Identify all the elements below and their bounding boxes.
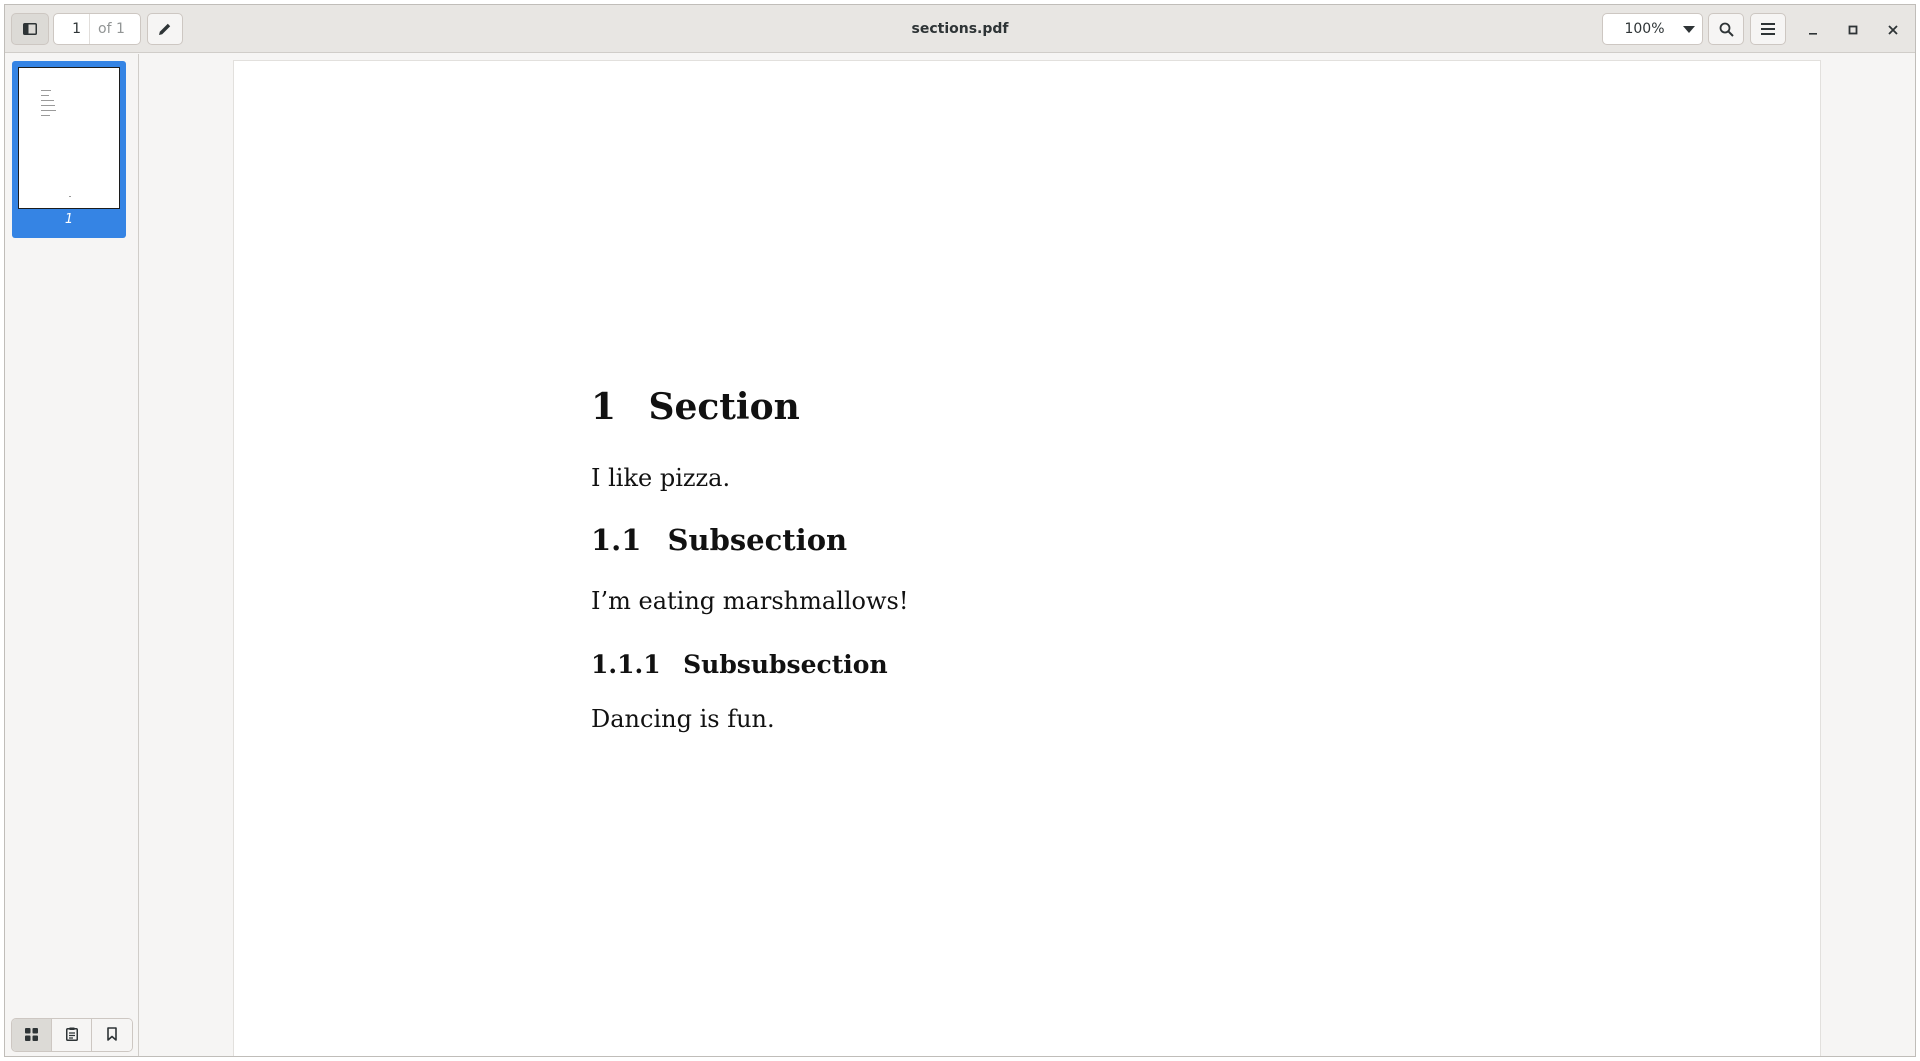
subsection-title: Subsection [667, 523, 848, 557]
thumbnail-text-line [41, 115, 50, 116]
maximize-button[interactable] [1841, 17, 1865, 41]
thumbnail-text-line [41, 105, 55, 106]
subsection-heading: 1.1 Subsection [591, 523, 847, 557]
bookmark-icon [107, 1026, 117, 1045]
grid-icon [25, 1026, 38, 1045]
subsubsection-title: Subsubsection [683, 650, 888, 679]
sidebar-icon [23, 23, 37, 35]
subsubsection-number: 1.1.1 [591, 650, 661, 679]
thumbnail-page-label: 1 [64, 212, 74, 227]
section-heading: 1 Section [591, 386, 800, 428]
annotate-button[interactable] [147, 13, 183, 45]
maximize-icon [1848, 20, 1858, 39]
chevron-down-icon [1676, 25, 1702, 33]
search-icon [1719, 22, 1734, 37]
hamburger-menu-icon [1761, 23, 1775, 35]
subsection-paragraph: I’m eating marshmallows! [591, 587, 909, 615]
thumbnail-page-preview [18, 67, 120, 209]
sidebar: 1 [5, 54, 139, 1056]
minimize-icon [1808, 20, 1818, 39]
annotations-tab[interactable] [52, 1019, 92, 1051]
page-number-entry[interactable]: 1 of 1 [53, 13, 141, 45]
close-button[interactable] [1881, 17, 1905, 41]
sidebar-toggle-button[interactable] [11, 13, 49, 45]
page-thumbnail[interactable]: 1 [12, 61, 126, 238]
thumbnails-tab[interactable] [12, 1019, 52, 1051]
sidebar-view-switcher [11, 1018, 133, 1052]
zoom-value: 100% [1624, 21, 1665, 37]
document-viewer-window: 1 of 1 sections.pdf 100% 1 1 Section I l… [4, 4, 1916, 1057]
minimize-button[interactable] [1801, 17, 1825, 41]
thumbnail-page-number [69, 196, 71, 197]
search-button[interactable] [1708, 13, 1744, 45]
subsubsection-heading: 1.1.1 Subsubsection [591, 650, 888, 679]
clipboard-icon [65, 1026, 78, 1045]
pencil-icon [158, 22, 172, 36]
current-page-input[interactable]: 1 [54, 14, 90, 44]
section-paragraph: I like pizza. [591, 464, 731, 492]
subsection-number: 1.1 [591, 523, 642, 557]
thumbnail-text-line [41, 95, 49, 96]
thumbnail-text-line [41, 100, 54, 101]
bookmarks-tab[interactable] [92, 1019, 132, 1051]
header-bar: 1 of 1 sections.pdf 100% [5, 5, 1915, 53]
main-menu-button[interactable] [1750, 13, 1786, 45]
zoom-dropdown[interactable]: 100% [1602, 13, 1703, 45]
section-number: 1 [591, 386, 617, 428]
thumbnail-text-line [41, 110, 56, 111]
section-title: Section [648, 386, 800, 428]
subsubsection-paragraph: Dancing is fun. [591, 705, 775, 733]
document-view[interactable]: 1 Section I like pizza. 1.1 Subsection I’m… [140, 54, 1915, 1056]
page-total-label: of 1 [98, 21, 125, 37]
close-icon [1888, 20, 1898, 39]
thumbnail-text-line [41, 90, 51, 91]
pdf-page: 1 Section I like pizza. 1.1 Subsection I’m… [233, 60, 1821, 1056]
